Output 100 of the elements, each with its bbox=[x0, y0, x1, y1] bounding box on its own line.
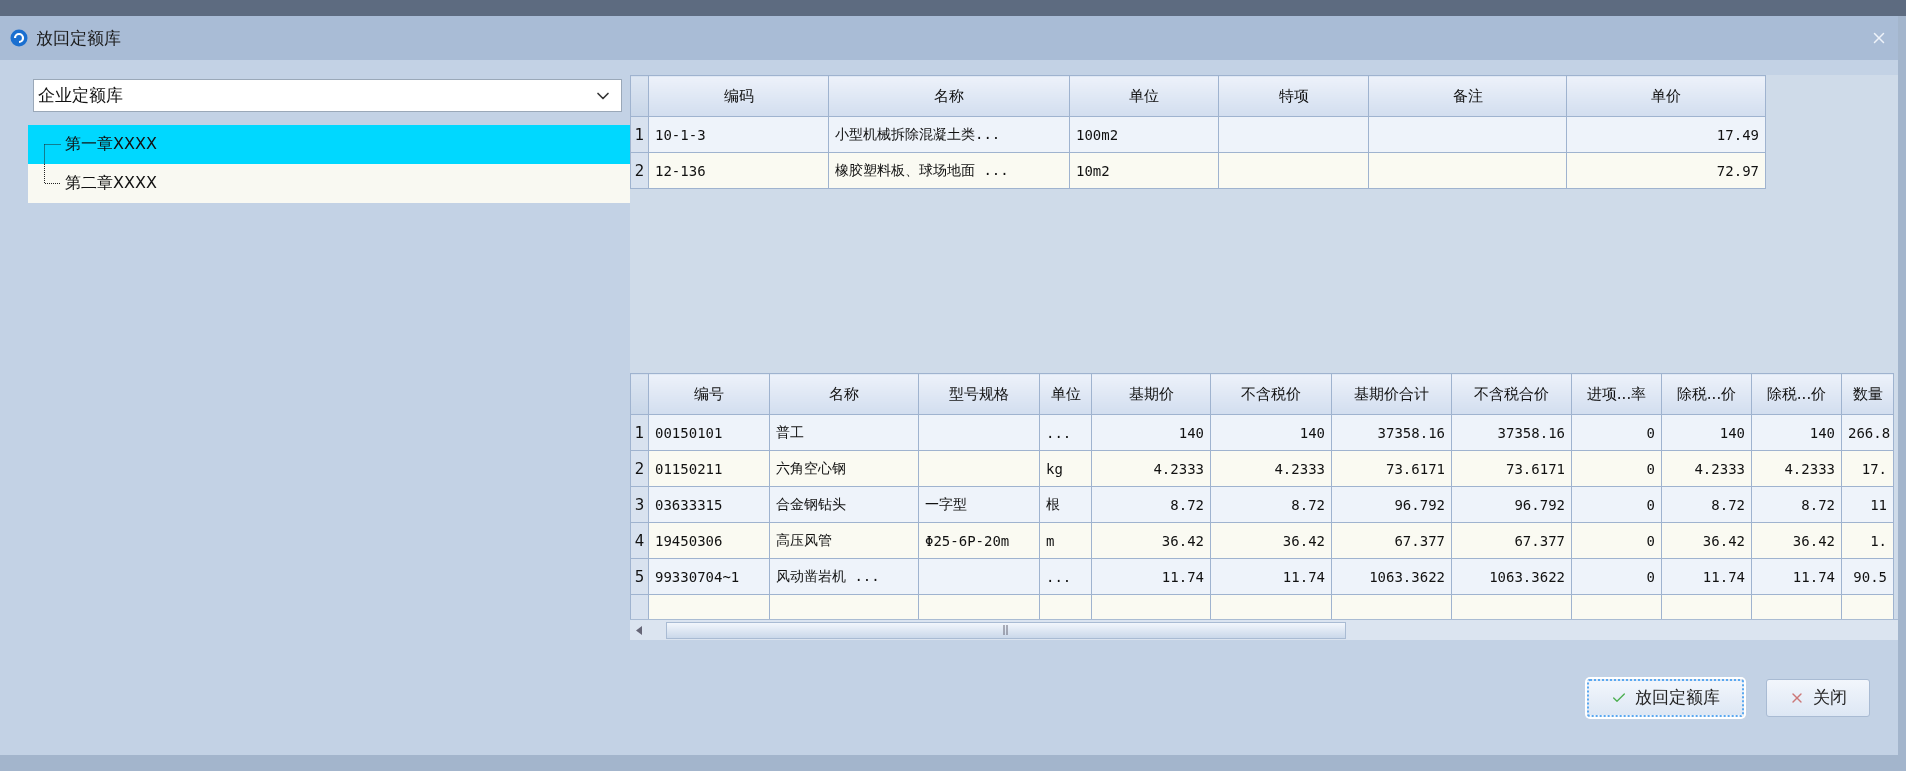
column-header[interactable]: 除税...价 bbox=[1661, 373, 1752, 415]
table-cell: 140 bbox=[1751, 414, 1842, 451]
column-header[interactable]: 基期价合计 bbox=[1331, 373, 1452, 415]
table-cell: 00150101 bbox=[648, 414, 770, 451]
column-header[interactable]: 单位 bbox=[1039, 373, 1092, 415]
table-cell: 96.792 bbox=[1331, 486, 1452, 523]
close-button[interactable]: 关闭 bbox=[1766, 678, 1870, 717]
column-header[interactable]: 特项 bbox=[1218, 75, 1369, 117]
table-cell: 73.6171 bbox=[1451, 450, 1572, 487]
column-header[interactable]: 进项...率 bbox=[1571, 373, 1662, 415]
table-cell: 36.42 bbox=[1751, 522, 1842, 559]
table-cell: 90.5 bbox=[1841, 558, 1894, 595]
table-cell: 4.2333 bbox=[1210, 450, 1332, 487]
column-header[interactable]: 单价 bbox=[1566, 75, 1766, 117]
table-cell: 4.2333 bbox=[1091, 450, 1211, 487]
table-cell: 11.74 bbox=[1751, 558, 1842, 595]
tree-line-icon bbox=[44, 164, 61, 184]
column-header[interactable]: 基期价 bbox=[1091, 373, 1211, 415]
table-cell: 96.792 bbox=[1451, 486, 1572, 523]
table-cell: 37358.16 bbox=[1451, 414, 1572, 451]
row-number: 2 bbox=[630, 152, 649, 189]
table-cell: 37358.16 bbox=[1331, 414, 1452, 451]
table-cell: 01150211 bbox=[648, 450, 770, 487]
row-number: 4 bbox=[630, 522, 649, 559]
row-number: 1 bbox=[630, 414, 649, 451]
table-cell: 99330704~1 bbox=[648, 558, 770, 595]
table-cell: 风动凿岩机 ... bbox=[769, 558, 919, 595]
table-cell: 12-136 bbox=[648, 152, 829, 189]
table-cell: Φ25-6P-20m bbox=[918, 522, 1040, 559]
table-cell: 11.74 bbox=[1661, 558, 1752, 595]
column-header[interactable]: 除税...价 bbox=[1751, 373, 1842, 415]
column-header[interactable]: 名称 bbox=[828, 75, 1070, 117]
table-cell: 0 bbox=[1571, 450, 1662, 487]
app-logo-icon bbox=[10, 29, 28, 47]
column-header[interactable]: 型号规格 bbox=[918, 373, 1040, 415]
column-header[interactable]: 编号 bbox=[648, 373, 770, 415]
table-cell: 高压风管 bbox=[769, 522, 919, 559]
row-number: 1 bbox=[630, 116, 649, 153]
row-number: 5 bbox=[630, 558, 649, 595]
table-cell: m bbox=[1039, 522, 1092, 559]
tree-item[interactable]: 第一章XXXX bbox=[28, 125, 630, 164]
table-cell: 普工 bbox=[769, 414, 919, 451]
table-cell: 0 bbox=[1571, 486, 1662, 523]
table-cell: 1063.3622 bbox=[1451, 558, 1572, 595]
table-cell: 0 bbox=[1571, 522, 1662, 559]
tree-line-icon bbox=[44, 144, 61, 164]
table-cell: 140 bbox=[1091, 414, 1211, 451]
table-cell: 140 bbox=[1210, 414, 1332, 451]
table-cell: 合金钢钻头 bbox=[769, 486, 919, 523]
table-cell: 11.74 bbox=[1210, 558, 1332, 595]
table-cell: 一字型 bbox=[918, 486, 1040, 523]
table-cell: ... bbox=[1039, 558, 1092, 595]
table-cell: 8.72 bbox=[1210, 486, 1332, 523]
row-number: 3 bbox=[630, 486, 649, 523]
horizontal-scrollbar[interactable] bbox=[630, 619, 1898, 640]
table-cell: 36.42 bbox=[1210, 522, 1332, 559]
return-button[interactable]: 放回定额库 bbox=[1587, 678, 1744, 717]
table-cell: 0 bbox=[1571, 558, 1662, 595]
table-cell: 橡胶塑料板、球场地面 ... bbox=[828, 152, 1070, 189]
tree-label: 第二章XXXX bbox=[65, 173, 157, 194]
table-cell: 36.42 bbox=[1091, 522, 1211, 559]
table-cell: 10m2 bbox=[1069, 152, 1219, 189]
column-header[interactable]: 数量 bbox=[1841, 373, 1894, 415]
table-cell: 17.49 bbox=[1566, 116, 1766, 153]
table-cell: 266.8 bbox=[1841, 414, 1894, 451]
table-cell: 100m2 bbox=[1069, 116, 1219, 153]
column-header[interactable]: 不含税价 bbox=[1210, 373, 1332, 415]
table-cell: 11.74 bbox=[1091, 558, 1211, 595]
table-cell: ... bbox=[1039, 414, 1092, 451]
table-cell: 8.72 bbox=[1661, 486, 1752, 523]
table-cell: 1063.3622 bbox=[1331, 558, 1452, 595]
column-header[interactable]: 编码 bbox=[648, 75, 829, 117]
column-header[interactable]: 备注 bbox=[1368, 75, 1567, 117]
tree-item[interactable]: 第二章XXXX bbox=[28, 164, 630, 203]
table-cell: 67.377 bbox=[1331, 522, 1452, 559]
table-cell: 根 bbox=[1039, 486, 1092, 523]
table-cell: 10-1-3 bbox=[648, 116, 829, 153]
table-cell: 1. bbox=[1841, 522, 1894, 559]
library-dropdown[interactable]: 企业定额库 bbox=[33, 79, 622, 112]
table-cell: 03633315 bbox=[648, 486, 770, 523]
tree-label: 第一章XXXX bbox=[65, 134, 157, 155]
column-header[interactable]: 名称 bbox=[769, 373, 919, 415]
scroll-left-arrow-icon[interactable] bbox=[636, 625, 642, 635]
table-cell: 8.72 bbox=[1751, 486, 1842, 523]
scroll-thumb[interactable] bbox=[666, 621, 1346, 639]
table-cell: 17. bbox=[1841, 450, 1894, 487]
table-cell: 72.97 bbox=[1566, 152, 1766, 189]
table-cell: kg bbox=[1039, 450, 1092, 487]
column-header[interactable]: 单位 bbox=[1069, 75, 1219, 117]
table-cell: 8.72 bbox=[1091, 486, 1211, 523]
table-cell: 67.377 bbox=[1451, 522, 1572, 559]
table-cell: 4.2333 bbox=[1661, 450, 1752, 487]
table-cell: 六角空心钢 bbox=[769, 450, 919, 487]
column-header[interactable]: 不含税合价 bbox=[1451, 373, 1572, 415]
table-cell: 140 bbox=[1661, 414, 1752, 451]
table-cell: 19450306 bbox=[648, 522, 770, 559]
table-cell: 11 bbox=[1841, 486, 1894, 523]
table-cell: 4.2333 bbox=[1751, 450, 1842, 487]
table-cell: 0 bbox=[1571, 414, 1662, 451]
table-cell: 小型机械拆除混凝土类... bbox=[828, 116, 1070, 153]
